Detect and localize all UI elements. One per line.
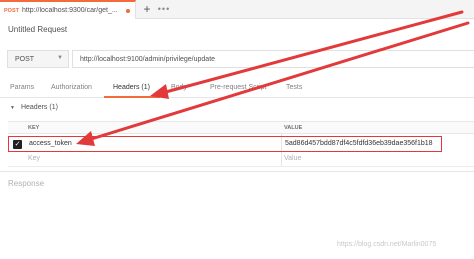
watermark: https://blog.csdn.net/Marlin0075	[337, 241, 437, 248]
response-label: Response	[8, 179, 45, 188]
header-value-field[interactable]: 5ad86d457bdd87df4c5fdfd36eb39dae356f1b18	[285, 140, 433, 147]
method-select[interactable]: POST ▼	[7, 50, 69, 68]
url-input[interactable]: http://localhost:9100/admin/privilege/up…	[72, 50, 474, 68]
tab-tests[interactable]: Tests	[286, 84, 302, 91]
caret-down-icon: ▼	[10, 104, 15, 111]
tab-params[interactable]: Params	[10, 84, 34, 91]
headers-section-label: Headers (1)	[20, 104, 58, 111]
request-tab[interactable]: POST http://localhost:9300/car/get_...	[0, 0, 136, 19]
headers-table-header: KEY VALUE	[8, 121, 474, 134]
table-row-new: Key Value	[8, 153, 474, 167]
url-input-value: http://localhost:9100/admin/privilege/up…	[80, 55, 216, 63]
tab-bar: POST http://localhost:9300/car/get_... +…	[0, 0, 474, 19]
tab-body[interactable]: Body	[171, 84, 187, 91]
tab-headers[interactable]: Headers (1)	[113, 84, 150, 91]
request-subtabs: Params Authorization Headers (1) Body Pr…	[0, 80, 474, 98]
table-row: ✓ access_token 5ad86d457bdd87df4c5fdfd36…	[8, 136, 442, 152]
method-select-value: POST	[15, 55, 35, 63]
column-header-key: KEY	[28, 125, 40, 131]
header-key-field[interactable]: access_token	[29, 140, 72, 147]
headers-section-toggle[interactable]: ▼ Headers (1)	[10, 104, 58, 111]
request-title[interactable]: Untitled Request	[8, 25, 67, 34]
request-tab-method: POST	[4, 7, 19, 14]
chevron-down-icon: ▼	[57, 55, 63, 61]
request-tab-url: http://localhost:9300/car/get_...	[21, 7, 118, 14]
tab-pre-request-script[interactable]: Pre-request Script	[210, 84, 266, 91]
add-tab-button[interactable]: +	[140, 1, 154, 17]
new-value-field[interactable]: Value	[284, 155, 301, 162]
tab-authorization[interactable]: Authorization	[51, 84, 92, 91]
response-divider	[0, 171, 474, 172]
new-key-field[interactable]: Key	[28, 155, 40, 162]
row-enabled-checkbox[interactable]: ✓	[13, 140, 22, 149]
more-tabs-icon[interactable]: •••	[157, 1, 171, 17]
active-tab-indicator	[104, 96, 160, 98]
unsaved-dot-icon	[126, 9, 130, 13]
column-header-value: VALUE	[284, 125, 303, 131]
